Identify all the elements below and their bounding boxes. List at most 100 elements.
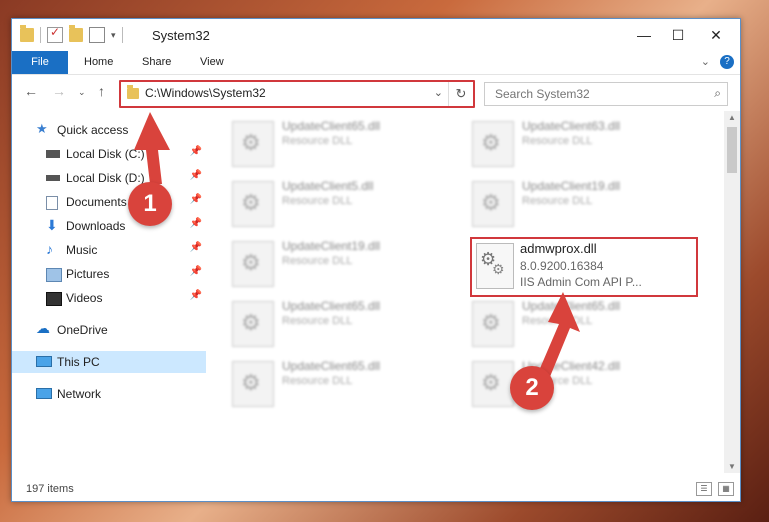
up-arrow-icon[interactable]: ↑	[98, 83, 105, 99]
sidebar-item-quick-access[interactable]: ★ Quick access	[12, 119, 206, 141]
sidebar-item-onedrive[interactable]: ☁ OneDrive	[12, 319, 206, 341]
sidebar-item-label: Quick access	[57, 123, 129, 137]
file-item[interactable]: UpdateClient65.dll Resource DLL	[232, 117, 452, 167]
ribbon-controls: ⌄ ?	[701, 55, 734, 69]
tab-view[interactable]: View	[200, 51, 224, 74]
minimize-button[interactable]: —	[630, 25, 658, 45]
file-item[interactable]: UpdateClient65.dll Resource DLL	[232, 357, 452, 407]
address-path[interactable]: C:\Windows\System32	[145, 86, 266, 100]
pictures-icon	[46, 268, 62, 282]
sidebar-item-network[interactable]: Network	[12, 383, 206, 405]
file-item[interactable]: UpdateClient42.dll Resource DLL	[472, 357, 692, 407]
vertical-scrollbar[interactable]: ▲ ▼	[724, 111, 740, 473]
scroll-up-icon[interactable]: ▲	[728, 113, 736, 122]
file-item[interactable]: UpdateClient63.dll Resource DLL	[472, 117, 692, 167]
sidebar-item-local-disk-d[interactable]: Local Disk (D:) 📌	[12, 167, 206, 189]
pin-icon[interactable]: 📌	[190, 218, 202, 229]
file-description: Resource DLL	[282, 255, 353, 267]
large-icons-view-icon[interactable]: ▦	[718, 482, 734, 496]
customize-toolbar-icon[interactable]: ▾	[111, 30, 116, 41]
scrollbar-thumb[interactable]	[727, 127, 737, 173]
forward-arrow-icon[interactable]: →	[52, 83, 66, 99]
window-title: System32	[152, 28, 210, 43]
new-folder-icon[interactable]	[69, 25, 83, 42]
properties-icon[interactable]	[89, 27, 105, 43]
recent-locations-icon[interactable]: ⌄	[78, 87, 86, 98]
step-1-badge: 1	[128, 182, 172, 226]
folder-icon	[127, 85, 139, 99]
file-item[interactable]: UpdateClient65.dll Resource DLL	[232, 297, 452, 347]
sidebar-item-label: Network	[57, 387, 102, 401]
search-icon: ⌕	[714, 86, 721, 100]
sidebar-item-local-disk-c[interactable]: Local Disk (C:) 📌	[12, 143, 206, 165]
refresh-icon[interactable]: ↻	[448, 82, 473, 106]
file-description: Resource DLL	[282, 195, 353, 207]
file-name: UpdateClient5.dll	[282, 179, 374, 193]
computer-icon	[36, 356, 52, 367]
expand-ribbon-icon[interactable]: ⌄	[701, 55, 710, 69]
chevron-down-icon[interactable]: ⌄	[434, 86, 443, 99]
dll-file-icon	[232, 241, 274, 287]
star-icon: ★	[36, 121, 48, 136]
file-name: UpdateClient65.dll	[282, 359, 381, 373]
sidebar-item-pictures[interactable]: Pictures 📌	[12, 263, 206, 285]
pin-icon[interactable]: 📌	[190, 242, 202, 253]
highlighted-file-item[interactable]: ⚙ ⚙ admwprox.dll 8.0.9200.16384 IIS Admi…	[470, 237, 698, 297]
documents-icon	[46, 196, 58, 210]
sidebar-item-label: Documents	[66, 195, 127, 209]
details-view-icon[interactable]: ☰	[696, 482, 712, 496]
file-item[interactable]: UpdateClient19.dll Resource DLL	[472, 177, 692, 227]
ribbon: File Home Share View ⌄ ?	[12, 51, 740, 75]
file-description: IIS Admin Com API P...	[520, 275, 642, 289]
maximize-button[interactable]: ☐	[664, 25, 692, 45]
file-description: Resource DLL	[522, 315, 593, 327]
sidebar-item-label: OneDrive	[57, 323, 108, 337]
sidebar-item-label: Local Disk (C:)	[66, 147, 145, 161]
download-icon: ⬇	[46, 217, 58, 233]
sidebar-item-this-pc[interactable]: This PC	[12, 351, 206, 373]
dll-file-icon	[472, 301, 514, 347]
file-name: UpdateClient19.dll	[282, 239, 381, 253]
sidebar-item-music[interactable]: ♪ Music 📌	[12, 239, 206, 261]
pin-icon[interactable]: 📌	[190, 170, 202, 181]
step-2-badge: 2	[510, 366, 554, 410]
sidebar-item-label: Videos	[66, 291, 103, 305]
search-input[interactable]	[493, 86, 707, 102]
sidebar-item-documents[interactable]: Documents 📌	[12, 191, 206, 213]
scroll-down-icon[interactable]: ▼	[728, 462, 736, 471]
toolbar-divider	[121, 27, 123, 43]
tab-file[interactable]: File	[12, 51, 68, 74]
item-count: 197 items	[26, 483, 74, 495]
toolbar-divider	[40, 27, 41, 43]
file-description: Resource DLL	[282, 375, 353, 387]
search-box[interactable]: ⌕	[484, 82, 728, 106]
tab-share[interactable]: Share	[142, 51, 171, 74]
dll-file-icon	[472, 121, 514, 167]
pin-icon[interactable]: 📌	[190, 290, 202, 301]
pin-icon[interactable]: 📌	[190, 194, 202, 205]
navigation-row: ← → ⌄ ↑ C:\Windows\System32 ⌄ ↻ ⌕	[12, 77, 740, 108]
file-description: Resource DLL	[282, 135, 353, 147]
help-icon[interactable]: ?	[720, 55, 734, 69]
cloud-icon: ☁	[36, 320, 50, 336]
close-button[interactable]: ✕	[702, 25, 730, 45]
file-item[interactable]: UpdateClient65.dll Resource DLL	[472, 297, 692, 347]
file-name: UpdateClient63.dll	[522, 119, 621, 133]
back-arrow-icon[interactable]: ←	[24, 83, 38, 99]
pin-icon[interactable]: 📌	[190, 146, 202, 157]
sidebar-item-videos[interactable]: Videos 📌	[12, 287, 206, 309]
pin-icon[interactable]: 📌	[190, 266, 202, 277]
sidebar-item-label: Downloads	[66, 219, 126, 233]
file-explorer-window: ▾ System32 — ☐ ✕ File Home Share View ⌄ …	[11, 18, 741, 502]
tab-home[interactable]: Home	[84, 51, 113, 74]
sidebar-item-downloads[interactable]: ⬇ Downloads 📌	[12, 215, 206, 237]
properties-check-icon[interactable]	[47, 25, 63, 43]
file-version: 8.0.9200.16384	[520, 259, 604, 273]
address-bar[interactable]: C:\Windows\System32 ⌄ ↻	[119, 80, 475, 108]
file-item[interactable]: UpdateClient5.dll Resource DLL	[232, 177, 452, 227]
file-item[interactable]: UpdateClient19.dll Resource DLL	[232, 237, 452, 287]
dll-file-icon	[472, 361, 514, 407]
drive-icon	[46, 175, 60, 181]
file-description: Resource DLL	[522, 135, 593, 147]
sidebar-item-label: Local Disk (D:)	[66, 171, 145, 185]
